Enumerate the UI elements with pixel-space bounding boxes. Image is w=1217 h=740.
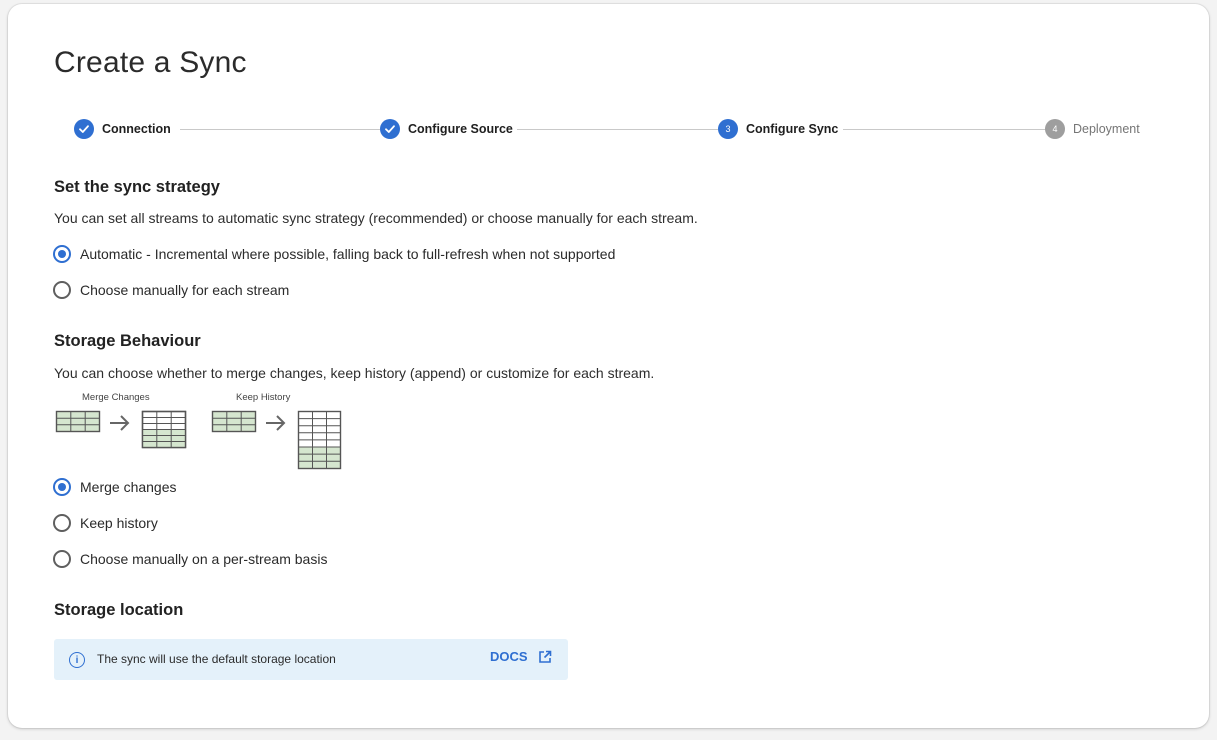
radio-label: Choose manually on a per-stream basis [80, 551, 328, 567]
radio-button[interactable] [53, 478, 71, 496]
source-table-icon [55, 410, 101, 433]
check-icon [380, 119, 400, 139]
history-table-icon [297, 410, 342, 470]
merged-table-icon [141, 410, 187, 449]
page-title: Create a Sync [54, 46, 247, 79]
radio-button[interactable] [53, 281, 71, 299]
step-deployment[interactable]: 4 Deployment [1045, 118, 1140, 140]
step-configure-sync[interactable]: 3 Configure Sync [718, 118, 838, 140]
radio-label: Merge changes [80, 479, 177, 495]
radio-choose-manually[interactable]: Choose manually for each stream [53, 280, 289, 300]
step-connector [517, 129, 718, 130]
step-label: Configure Sync [746, 122, 839, 136]
step-label: Configure Source [408, 122, 513, 136]
storage-behaviour-illustration [55, 410, 342, 470]
create-sync-card: Create a Sync Connection Configure Sourc… [8, 4, 1209, 728]
radio-button[interactable] [53, 514, 71, 532]
radio-merge-changes[interactable]: Merge changes [53, 477, 177, 497]
radio-keep-history[interactable]: Keep history [53, 513, 158, 533]
step-number: 4 [1045, 119, 1065, 139]
external-link-icon [538, 650, 552, 664]
arrow-right-icon [110, 415, 130, 431]
radio-label: Automatic - Incremental where possible, … [80, 246, 616, 262]
sync-strategy-title: Set the sync strategy [54, 178, 220, 196]
source-table-icon [211, 410, 257, 433]
docs-label: DOCS [490, 649, 528, 664]
radio-button[interactable] [53, 550, 71, 568]
arrow-right-icon [266, 415, 286, 431]
step-label: Connection [102, 122, 171, 136]
step-connection[interactable]: Connection [74, 118, 171, 140]
step-configure-source[interactable]: Configure Source [380, 118, 513, 140]
radio-automatic[interactable]: Automatic - Incremental where possible, … [53, 244, 615, 264]
radio-label: Keep history [80, 515, 158, 531]
radio-button[interactable] [53, 245, 71, 263]
docs-link[interactable]: DOCS [490, 649, 552, 664]
stepper: Connection Configure Source 3 Configure … [74, 118, 1140, 140]
step-number: 3 [718, 119, 738, 139]
step-label: Deployment [1073, 122, 1140, 136]
info-icon: i [69, 652, 85, 668]
check-icon [74, 119, 94, 139]
merge-changes-caption: Merge Changes [82, 392, 150, 403]
radio-label: Choose manually for each stream [80, 282, 290, 298]
storage-behaviour-description: You can choose whether to merge changes,… [54, 365, 655, 381]
keep-history-caption: Keep History [236, 392, 291, 403]
step-connector [180, 129, 380, 130]
storage-location-title: Storage location [54, 601, 184, 619]
info-text: The sync will use the default storage lo… [97, 652, 336, 666]
radio-per-stream[interactable]: Choose manually on a per-stream basis [53, 549, 327, 569]
sync-strategy-description: You can set all streams to automatic syn… [54, 210, 698, 226]
storage-location-info-box: i The sync will use the default storage … [54, 639, 568, 680]
step-connector [843, 129, 1046, 130]
storage-behaviour-title: Storage Behaviour [54, 332, 201, 350]
